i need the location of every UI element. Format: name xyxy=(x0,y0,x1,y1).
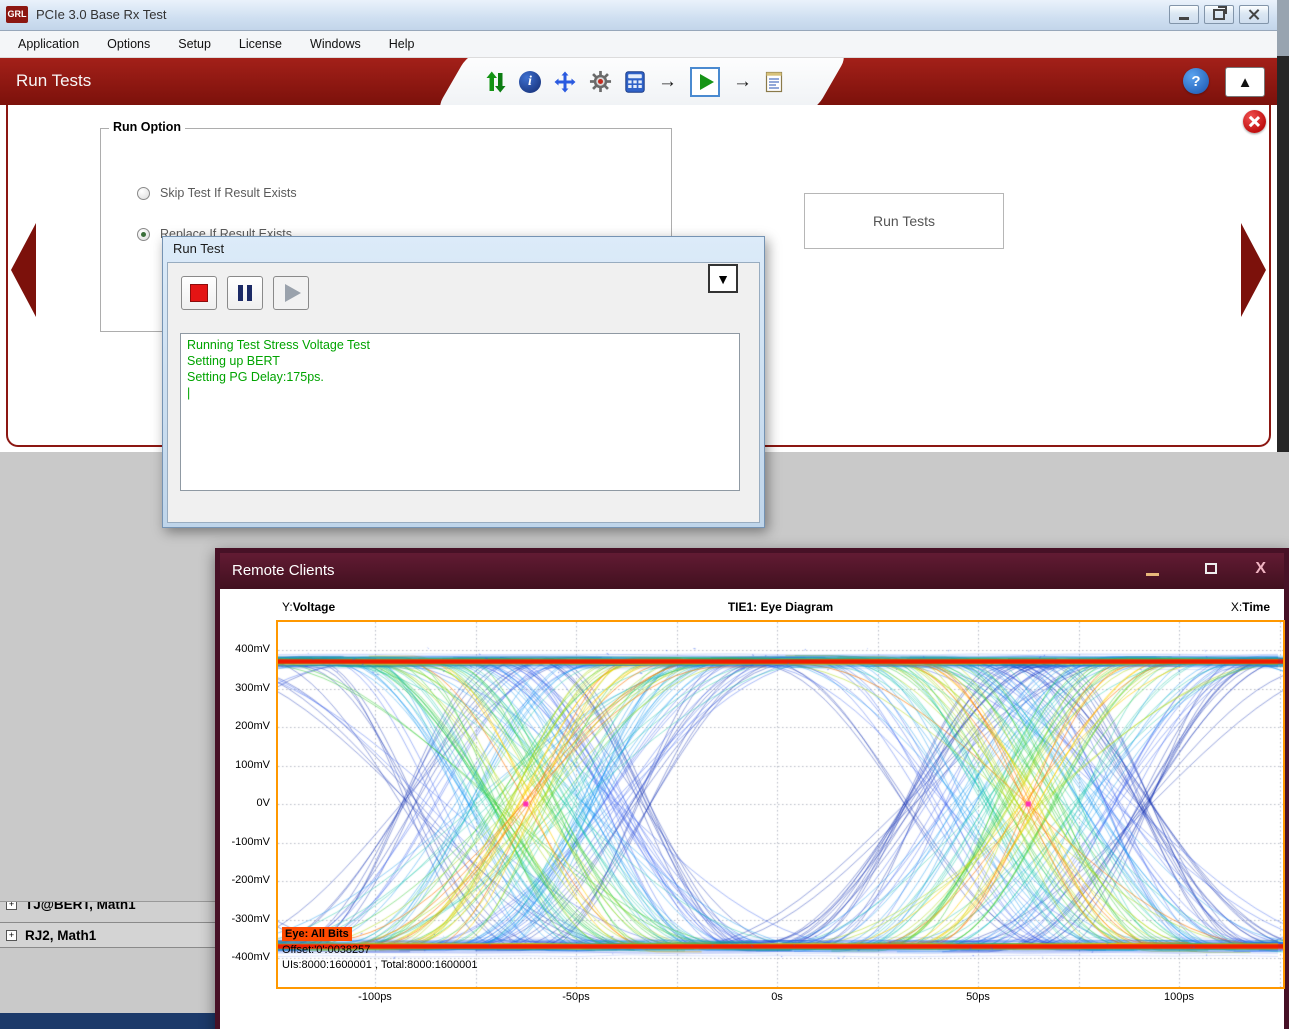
stop-icon xyxy=(190,284,208,302)
calculator-icon[interactable] xyxy=(625,71,645,93)
move-icon[interactable] xyxy=(554,71,576,93)
rc-maximize-button[interactable] xyxy=(1205,563,1217,574)
x-tick-label: 100ps xyxy=(1139,991,1219,1003)
rc-content: Y:Voltage TIE1: Eye Diagram X:Time Eye: … xyxy=(220,589,1284,1029)
menu-item-license[interactable]: License xyxy=(239,37,282,51)
y-tick-label: -300mV xyxy=(220,913,270,925)
menu-item-application[interactable]: Application xyxy=(18,37,79,51)
y-tick-label: -200mV xyxy=(220,874,270,886)
y-tick-label: -100mV xyxy=(220,836,270,848)
menu-bar: Application Options Setup License Window… xyxy=(0,31,1277,58)
x-tick-label: -50ps xyxy=(536,991,616,1003)
list-item-label: RJ2, Math1 xyxy=(25,928,96,943)
radio-skip-test[interactable]: Skip Test If Result Exists xyxy=(137,186,297,200)
minimize-icon xyxy=(1146,573,1159,576)
dropdown-button[interactable]: ▼ xyxy=(708,264,738,293)
restore-button[interactable] xyxy=(1204,5,1234,24)
dialog-title: Run Test xyxy=(173,241,224,256)
x-tick-label: 0s xyxy=(737,991,817,1003)
toolbar: i xyxy=(486,58,783,105)
app-titlebar: GRL PCIe 3.0 Base Rx Test xyxy=(0,0,1277,31)
play-icon xyxy=(700,74,714,90)
rc-minimize-button[interactable] xyxy=(1146,559,1162,583)
stop-button[interactable] xyxy=(181,276,217,310)
transport-controls xyxy=(181,276,309,310)
y-tick-label: 200mV xyxy=(220,720,270,732)
close-button[interactable] xyxy=(1239,5,1269,24)
menu-item-setup[interactable]: Setup xyxy=(178,37,211,51)
list-item-rj2[interactable]: + RJ2, Math1 xyxy=(0,922,215,948)
window-title: PCIe 3.0 Base Rx Test xyxy=(36,0,167,30)
y-tick-label: 0V xyxy=(220,797,270,809)
log-line: Setting PG Delay:175ps. xyxy=(187,369,733,385)
eye-diagram-canvas xyxy=(278,622,1283,987)
info-icon[interactable]: i xyxy=(519,71,541,93)
collapse-button[interactable]: ▲ xyxy=(1225,67,1265,97)
y-tick-label: 100mV xyxy=(220,759,270,771)
screen: GRL PCIe 3.0 Base Rx Test Application Op… xyxy=(0,0,1289,1029)
y-tick-label: 300mV xyxy=(220,682,270,694)
uis-annotation: UIs:8000:1600001 , Total:8000:1600001 xyxy=(282,958,478,972)
page-title: Run Tests xyxy=(16,58,91,104)
run-test-dialog: Run Test ▼ Running Test Stress Voltage T… xyxy=(162,236,765,528)
minimize-icon xyxy=(1179,17,1189,20)
log-line: Running Test Stress Voltage Test xyxy=(187,337,733,353)
test-log[interactable]: Running Test Stress Voltage Test Setting… xyxy=(180,333,740,491)
list-item-tj[interactable]: + TJ@BERT, Math1 xyxy=(0,901,215,922)
expand-icon[interactable]: + xyxy=(6,901,17,910)
up-triangle-icon: ▲ xyxy=(1238,74,1253,91)
y-tick-label: 400mV xyxy=(220,643,270,655)
app-logo: GRL xyxy=(6,6,28,23)
x-tick-label: 50ps xyxy=(938,991,1018,1003)
window-controls xyxy=(1169,5,1269,24)
minimize-button[interactable] xyxy=(1169,5,1199,24)
sync-arrows-icon[interactable] xyxy=(486,71,506,93)
text-cursor: | xyxy=(187,385,733,401)
background-window-strip xyxy=(1277,0,1289,452)
flow-arrow-icon: → xyxy=(733,72,752,91)
restore-icon xyxy=(1213,9,1225,20)
chevron-down-icon: ▼ xyxy=(716,271,730,287)
run-step-button[interactable] xyxy=(690,67,720,97)
menu-item-windows[interactable]: Windows xyxy=(310,37,361,51)
run-tests-button[interactable]: Run Tests xyxy=(804,193,1004,249)
radio-label: Skip Test If Result Exists xyxy=(160,186,297,200)
remote-clients-window: Remote Clients X Y:Voltage TIE1: Eye Dia… xyxy=(215,548,1289,1029)
group-label: Run Option xyxy=(109,120,185,134)
y-tick-label: -400mV xyxy=(220,951,270,963)
menu-item-options[interactable]: Options xyxy=(107,37,150,51)
pause-icon xyxy=(238,285,252,301)
help-button[interactable]: ? xyxy=(1183,68,1209,94)
dialog-body: ▼ Running Test Stress Voltage Test Setti… xyxy=(167,262,760,523)
play-icon xyxy=(285,284,301,302)
rc-titlebar: Remote Clients X xyxy=(220,553,1284,589)
next-page-arrow[interactable] xyxy=(1241,223,1266,317)
plot-title: TIE1: Eye Diagram xyxy=(276,600,1285,614)
log-line: Setting up BERT xyxy=(187,353,733,369)
close-icon xyxy=(1248,8,1261,21)
rc-close-button[interactable]: X xyxy=(1255,560,1266,578)
radio-icon xyxy=(137,187,150,200)
run-tests-banner: Run Tests i xyxy=(0,58,1277,105)
panel-close-button[interactable] xyxy=(1243,110,1266,133)
x-tick-label: -100ps xyxy=(335,991,415,1003)
x-axis-label: X:Time xyxy=(1231,600,1270,614)
report-icon[interactable] xyxy=(765,71,783,93)
bottom-bar xyxy=(0,1013,215,1029)
previous-page-arrow[interactable] xyxy=(11,223,36,317)
eye-annotation-label: Eye: All Bits xyxy=(282,927,352,941)
rc-window-title: Remote Clients xyxy=(232,553,335,589)
flow-arrow-icon: → xyxy=(658,72,677,91)
play-button[interactable] xyxy=(273,276,309,310)
maximize-icon xyxy=(1205,563,1217,574)
expand-icon[interactable]: + xyxy=(6,930,17,941)
gear-icon[interactable] xyxy=(589,70,612,93)
offset-annotation: Offset:'0':0038257 xyxy=(282,943,370,957)
list-item-label: TJ@BERT, Math1 xyxy=(25,901,136,912)
pause-button[interactable] xyxy=(227,276,263,310)
menu-item-help[interactable]: Help xyxy=(389,37,415,51)
radio-icon-selected xyxy=(137,228,150,241)
eye-diagram-plot: Eye: All Bits Offset:'0':0038257 UIs:800… xyxy=(276,620,1285,989)
